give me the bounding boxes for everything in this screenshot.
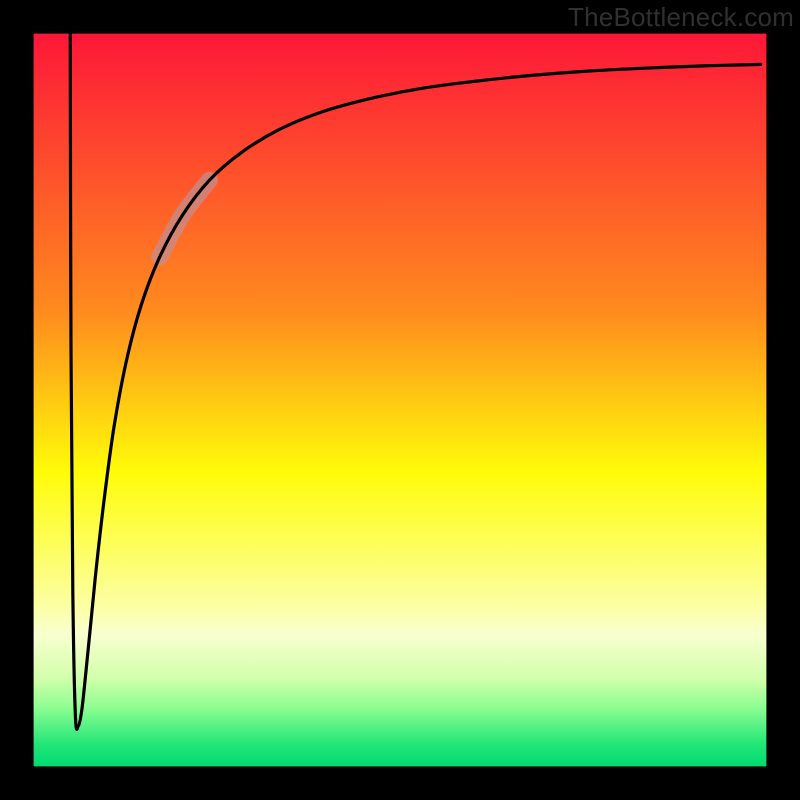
chart-stage: TheBottleneck.com	[0, 0, 800, 800]
watermark-text: TheBottleneck.com	[568, 2, 794, 33]
plot-background	[34, 34, 767, 767]
bottleneck-chart	[0, 0, 800, 800]
